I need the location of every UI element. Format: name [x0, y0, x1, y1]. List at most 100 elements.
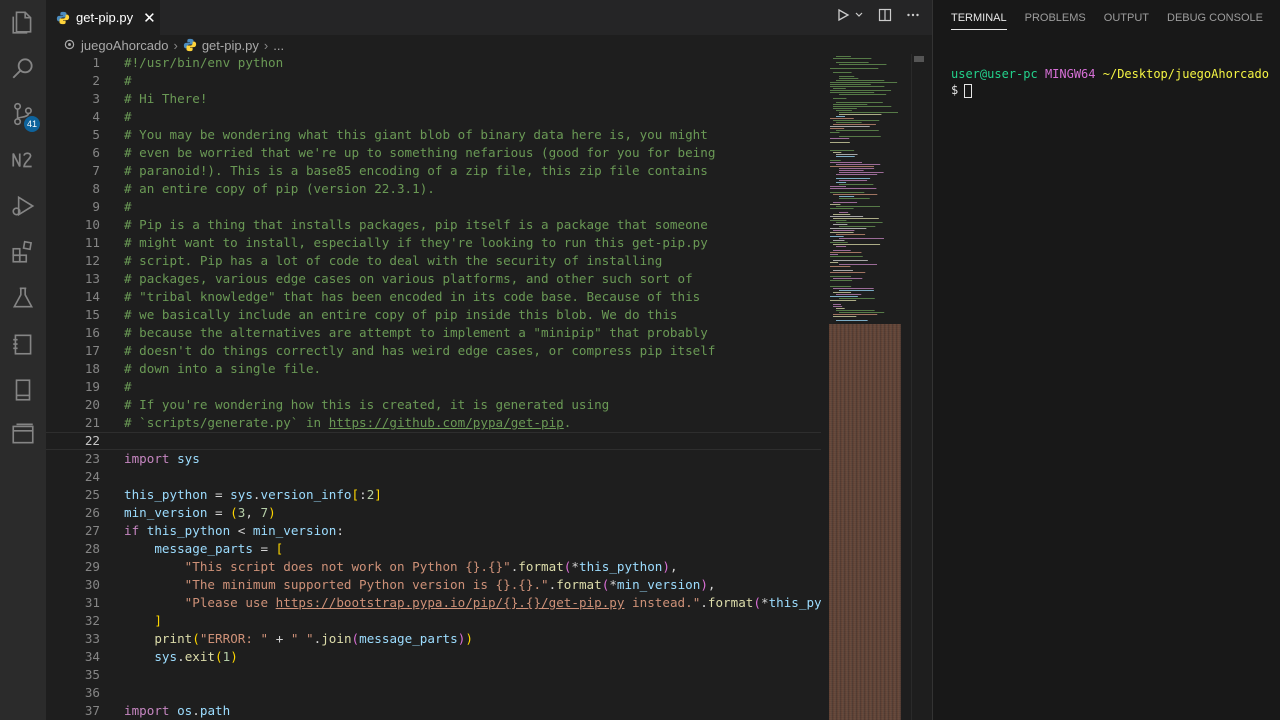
panel-tab-debug-console[interactable]: DEBUG CONSOLE: [1167, 12, 1263, 24]
minimap-line: [830, 280, 853, 281]
code-token[interactable]: https://github.com/pypa/get-pip: [329, 415, 564, 430]
code-line[interactable]: 30 "The minimum supported Python version…: [46, 576, 821, 594]
explorer-icon[interactable]: [9, 8, 37, 36]
code-line[interactable]: 8 # an entire copy of pip (version 22.3.1…: [46, 180, 821, 198]
code-line[interactable]: 9 #: [46, 198, 821, 216]
minimap[interactable]: [826, 54, 904, 720]
code-line[interactable]: 21 # `scripts/generate.py` in https://git…: [46, 414, 821, 432]
code-line[interactable]: 13 # packages, various edge cases on vari…: [46, 270, 821, 288]
minimap-line: [836, 294, 862, 295]
minimap-line: [839, 226, 876, 227]
code-line[interactable]: 7 # paranoid!). This is a base85 encoding…: [46, 162, 821, 180]
code-token: (: [230, 505, 238, 520]
tab-get-pip[interactable]: get-pip.py ✕: [46, 0, 160, 35]
code-line[interactable]: 10 # Pip is a thing that installs package…: [46, 216, 821, 234]
line-number: 20: [84, 397, 100, 412]
panel-tab-terminal[interactable]: TERMINAL: [951, 6, 1007, 30]
tab-bar: get-pip.py ✕: [46, 0, 932, 35]
run-debug-icon[interactable]: [9, 192, 37, 220]
scrollbar-thumb[interactable]: [914, 56, 924, 62]
code-line[interactable]: 28 message_parts = [: [46, 540, 821, 558]
code-line[interactable]: 22: [46, 432, 821, 450]
testing-icon[interactable]: [9, 284, 37, 312]
minimap-line: [833, 202, 858, 203]
code-token: (: [215, 649, 223, 664]
code-line[interactable]: 25 this_python = sys.version_info[:2]: [46, 486, 821, 504]
line-number: 8: [92, 181, 100, 196]
code-line[interactable]: 11 # might want to install, especially if…: [46, 234, 821, 252]
code-token[interactable]: https://bootstrap.pypa.io/pip/{}.{}/get-…: [276, 595, 625, 610]
code-line[interactable]: 31 "Please use https://bootstrap.pypa.io…: [46, 594, 821, 612]
code-token: (: [192, 631, 200, 646]
code-line[interactable]: 3 # Hi There!: [46, 90, 821, 108]
minimap-line: [836, 110, 852, 111]
code-line[interactable]: 16 # because the alternatives are attempt…: [46, 324, 821, 342]
code-line[interactable]: 33 print("ERROR: " + " ".join(message_pa…: [46, 630, 821, 648]
code-line[interactable]: 34 sys.exit(1): [46, 648, 821, 666]
code-line[interactable]: 14 # "tribal knowledge" that has been enc…: [46, 288, 821, 306]
line-number: 4: [92, 109, 100, 124]
code-line[interactable]: 35: [46, 666, 821, 684]
code-editor[interactable]: 1 #!/usr/bin/env python 2 #3 # Hi There! 4 #5 #…: [46, 54, 821, 720]
close-icon[interactable]: ✕: [143, 9, 156, 27]
code-token: ): [230, 649, 238, 664]
code-line[interactable]: 19 #: [46, 378, 821, 396]
chevron-down-icon[interactable]: [854, 8, 864, 25]
code-token: # Pip is a thing that installs packages,…: [124, 217, 708, 232]
run-icon[interactable]: [836, 8, 850, 25]
terminal-output[interactable]: user@user-pc MINGW64 ~/Desktop/juegoAhor…: [951, 66, 1269, 98]
minimap-line: [839, 114, 882, 115]
breadcrumb-folder[interactable]: juegoAhorcado: [81, 38, 168, 53]
book-icon[interactable]: [9, 376, 37, 404]
code-line[interactable]: 20 # If you're wondering how this is crea…: [46, 396, 821, 414]
line-text: # we basically include an entire copy of…: [124, 306, 678, 324]
code-line[interactable]: 37 import os.path: [46, 702, 821, 720]
code-token: .: [563, 415, 572, 430]
code-line[interactable]: 27 if this_python < min_version:: [46, 522, 821, 540]
breadcrumb-file[interactable]: get-pip.py: [202, 38, 259, 53]
minimap-line: [836, 154, 858, 155]
vertical-scrollbar[interactable]: [911, 54, 926, 720]
code-line[interactable]: 4 #: [46, 108, 821, 126]
code-line[interactable]: 24: [46, 468, 821, 486]
minimap-code-preview: [830, 56, 898, 321]
panel-tab-output[interactable]: OUTPUT: [1104, 12, 1149, 24]
minimap-line: [836, 320, 868, 321]
code-line[interactable]: 29 "This script does not work on Python …: [46, 558, 821, 576]
minimap-line: [830, 296, 858, 297]
breadcrumb-more[interactable]: ...: [273, 38, 284, 53]
line-number: 5: [92, 127, 100, 142]
split-editor-icon[interactable]: [878, 8, 892, 25]
code-token: =: [207, 487, 231, 502]
minimap-line: [830, 162, 863, 163]
code-token: # Hi There!: [124, 91, 208, 106]
minimap-line: [830, 208, 854, 209]
minimap-line: [830, 262, 839, 263]
more-actions-icon[interactable]: [906, 8, 920, 25]
line-text: # Pip is a thing that installs packages,…: [124, 216, 708, 234]
numbered-list-icon[interactable]: [9, 146, 37, 174]
search-icon[interactable]: [9, 54, 37, 82]
panel-tab-problems[interactable]: PROBLEMS: [1025, 12, 1086, 24]
code-token: ): [700, 577, 708, 592]
code-line[interactable]: 5 # You may be wondering what this giant …: [46, 126, 821, 144]
code-line[interactable]: 12 # script. Pip has a lot of code to dea…: [46, 252, 821, 270]
code-line[interactable]: 23 import sys: [46, 450, 821, 468]
code-line[interactable]: 18 # down into a single file.: [46, 360, 821, 378]
panels-icon[interactable]: [9, 420, 37, 448]
minimap-line: [830, 228, 867, 229]
code-line[interactable]: 26 min_version = (3, 7): [46, 504, 821, 522]
extensions-icon[interactable]: [9, 238, 37, 266]
code-line[interactable]: 15 # we basically include an entire copy …: [46, 306, 821, 324]
code-line[interactable]: 36: [46, 684, 821, 702]
notebook-icon[interactable]: [9, 330, 37, 358]
code-line[interactable]: 2 #: [46, 72, 821, 90]
code-line[interactable]: 17 # doesn't do things correctly and has …: [46, 342, 821, 360]
code-line[interactable]: 32 ]: [46, 612, 821, 630]
code-line[interactable]: 1 #!/usr/bin/env python: [46, 54, 821, 72]
minimap-line: [830, 86, 885, 87]
code-line[interactable]: 6 # even be worried that we're up to some…: [46, 144, 821, 162]
